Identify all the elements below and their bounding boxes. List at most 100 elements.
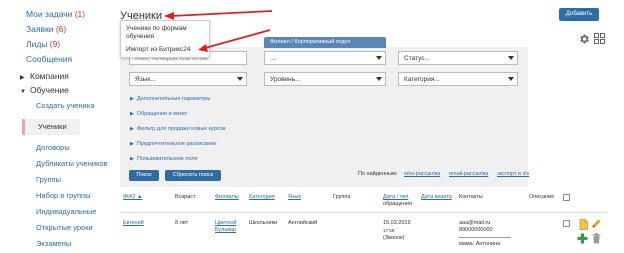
sidebar-item-open-lessons[interactable]: Открытые уроки	[36, 223, 93, 232]
student-age: 8 лет	[175, 220, 189, 226]
row-checkbox[interactable]	[563, 220, 570, 227]
column-header-group: Группа	[333, 194, 351, 200]
level-select-value: Уровень...	[270, 76, 301, 83]
filter-panel	[120, 47, 528, 187]
column-header-contact-date-line1: Дата / тип	[383, 194, 409, 200]
sidebar-item-label: Мои задачи	[26, 9, 73, 19]
sidebar-item-messages[interactable]: Сообщения	[26, 54, 72, 64]
sidebar-item-label: Сообщения	[26, 54, 73, 64]
expander-label: Пользовательские поля	[136, 156, 198, 162]
search-button[interactable]: Поиск	[129, 170, 159, 181]
column-header-contacts: Контакты	[459, 194, 483, 200]
found-label: По найденным:	[358, 171, 398, 177]
add-button[interactable]: Добавить	[559, 8, 599, 21]
export-xls-link[interactable]: экспорт в xls	[497, 171, 529, 177]
sidebar: Мои задачи (1) Заявки (6) Лиды (9) Сообщ…	[0, 0, 112, 253]
caret-right-icon: ▶	[130, 111, 134, 117]
column-header-description: Описание	[529, 194, 555, 200]
student-category: Школьники	[249, 220, 278, 226]
sidebar-group-company[interactable]: ▶ Компания	[20, 71, 69, 81]
menu-item-import-bitrix24[interactable]: Импорт из Битрикс24	[126, 46, 208, 54]
menu-item-students-by-form[interactable]: Ученики по формам обучения	[126, 25, 208, 41]
column-header-branches[interactable]: Филиалы	[215, 194, 239, 201]
annotation-arrow-line	[170, 10, 273, 17]
sidebar-group-label: Обучение	[30, 85, 69, 95]
grid-icon[interactable]	[594, 33, 605, 44]
caret-down-icon: ▼	[20, 89, 26, 95]
chevron-down-icon	[237, 77, 243, 81]
category-select[interactable]: Категория...	[398, 72, 518, 86]
expander-requests-visit[interactable]: ▶ Обращения и визит	[130, 111, 187, 117]
student-branch-line2: Бульвар	[215, 227, 237, 233]
caret-right-icon: ▶	[130, 156, 134, 162]
caret-right-icon: ▶	[130, 96, 134, 102]
language-select[interactable]: Язык...	[129, 72, 247, 86]
student-contacts: aaa@mail.ru 89000000000 мама: Антонина	[459, 220, 511, 248]
sidebar-item-label: Лиды	[26, 39, 48, 49]
column-header-contact-date[interactable]: Дата / тип обращения	[383, 194, 412, 208]
column-header-category[interactable]: Категория	[249, 194, 275, 201]
annotation-arrow-line	[204, 29, 271, 49]
annotation-arrow-head	[164, 12, 174, 20]
sidebar-item-contracts[interactable]: Договоры	[36, 143, 70, 152]
gear-icon[interactable]	[578, 33, 590, 45]
column-header-language[interactable]: Язык	[288, 194, 301, 201]
select-all-checkbox[interactable]	[563, 194, 570, 201]
sidebar-group-label: Компания	[30, 71, 69, 81]
count-badge: (6)	[55, 24, 67, 34]
expander-label: Предпочтительное расписание	[136, 141, 217, 147]
chevron-down-icon	[508, 56, 514, 60]
sidebar-item-individual[interactable]: Индивидуальные	[36, 207, 96, 216]
branch-select-value: ...	[270, 55, 276, 62]
edit-pencil-icon[interactable]	[591, 218, 602, 229]
student-branch-line1: Цветной	[215, 220, 237, 226]
sidebar-item-groups[interactable]: Группы	[36, 175, 61, 184]
chevron-down-icon	[508, 77, 514, 81]
branch-select[interactable]: ...	[264, 51, 386, 65]
sms-mailing-link[interactable]: sms-рассылка	[404, 171, 440, 177]
column-header-visit-date[interactable]: Дата визита	[421, 194, 452, 201]
level-select[interactable]: Уровень...	[264, 72, 386, 86]
expander-label: Обращения и визит	[136, 111, 188, 117]
expander-new-courses-filter[interactable]: ▶ Фильтр для продажи новых курсов	[130, 126, 226, 132]
expander-preferred-schedule[interactable]: ▶ Предпочтительное расписание	[130, 141, 216, 147]
language-select-value: Язык...	[135, 76, 156, 83]
sidebar-item-student-duplicates[interactable]: Дубликаты учеников	[36, 159, 108, 168]
contact-divider	[459, 237, 511, 238]
expander-custom-fields[interactable]: ▶ Пользовательские поля	[130, 156, 197, 162]
sidebar-item-my-tasks[interactable]: Мои задачи (1)	[26, 9, 85, 19]
column-header-age: Возраст	[175, 194, 196, 200]
sidebar-item-group-enrollment[interactable]: Набор в группы	[36, 191, 90, 200]
status-select-value: Статус...	[404, 55, 430, 62]
document-icon[interactable]	[579, 219, 588, 230]
column-header-name[interactable]: ФИО ▲	[123, 194, 142, 201]
caret-right-icon: ▶	[130, 126, 134, 132]
email-mailing-link[interactable]: email-рассылка	[449, 171, 488, 177]
count-badge: (1)	[74, 9, 86, 19]
branch-filter-label: Филиал / Корпоративный отдел	[264, 37, 386, 48]
column-header-contact-date-line2: обращения	[383, 201, 412, 207]
sidebar-item-students[interactable]: Ученики	[22, 119, 80, 135]
sidebar-group-education[interactable]: ▼ Обучение	[20, 85, 69, 95]
chevron-down-icon	[376, 77, 382, 81]
student-language: Английский	[288, 220, 318, 226]
student-branch-link[interactable]: Цветной Бульвар	[215, 220, 237, 234]
sidebar-item-leads[interactable]: Лиды (9)	[26, 39, 60, 49]
sidebar-item-exams[interactable]: Экзамены	[36, 239, 71, 248]
trash-icon[interactable]	[592, 233, 601, 244]
contact-person: мама: Антонина	[459, 241, 501, 247]
sidebar-item-requests[interactable]: Заявки (6)	[26, 24, 66, 34]
caret-right-icon: ▶	[20, 75, 25, 81]
expander-extra-params[interactable]: ▶ Дополнительные параметры	[130, 96, 210, 102]
student-name-link[interactable]: Евгений	[123, 220, 144, 227]
plus-icon[interactable]	[577, 233, 588, 244]
student-contact-date: 15.03.2019 17:59 (Звонок)	[383, 220, 411, 242]
status-select[interactable]: Статус...	[398, 51, 518, 65]
category-select-value: Категория...	[404, 76, 440, 83]
sidebar-item-create-student[interactable]: Создать ученика	[36, 101, 94, 110]
expander-label: Дополнительные параметры	[136, 96, 211, 102]
reset-search-button[interactable]: Сбросить поиск	[165, 170, 221, 181]
contact-phone: 89000000000	[459, 227, 493, 233]
caret-right-icon: ▶	[130, 141, 134, 147]
sidebar-item-label: Заявки	[26, 24, 54, 34]
